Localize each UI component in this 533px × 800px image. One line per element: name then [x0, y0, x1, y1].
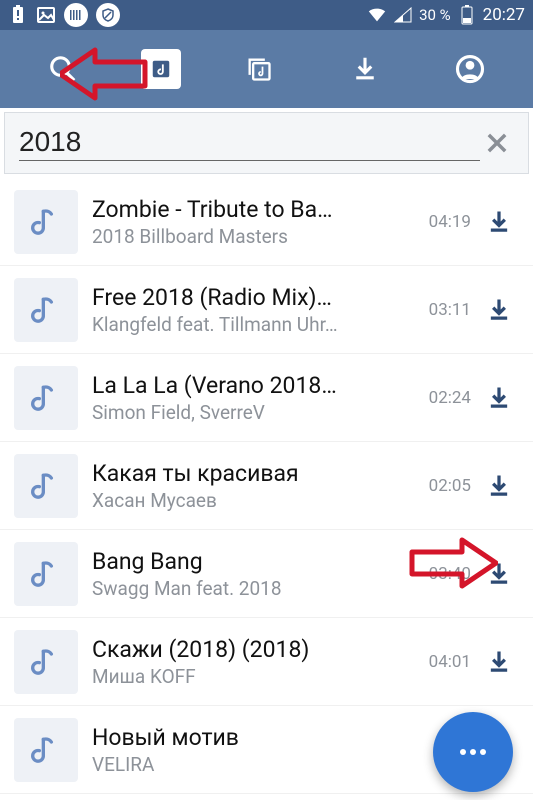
track-list: Zombie - Tribute to Ba… 2018 Billboard M… [0, 178, 533, 794]
track-info: La La La (Verano 2018… Simon Field, Sver… [92, 372, 415, 424]
track-art [14, 718, 78, 782]
shield-icon [96, 3, 120, 27]
search-input[interactable] [19, 126, 480, 161]
status-bar: 30 % 20:27 [0, 0, 533, 30]
track-row[interactable]: La La La (Verano 2018… Simon Field, Sver… [0, 354, 533, 442]
image-icon [36, 5, 56, 25]
track-info: Новый мотив VELIRA [92, 724, 415, 776]
track-artist: 2018 Billboard Masters [92, 225, 411, 248]
track-info: Какая ты красивая Хасан Мусаев [92, 460, 415, 512]
top-nav [0, 30, 533, 108]
battery-percent: 30 % [419, 6, 451, 24]
download-button[interactable] [477, 288, 521, 332]
track-artist: Klangfeld feat. Tillmann Uhr… [92, 313, 411, 336]
track-title: Какая ты красивая [92, 460, 411, 487]
track-art [14, 190, 78, 254]
track-title: Zombie - Tribute to Ba… [92, 196, 411, 223]
track-duration: 04:01 [415, 652, 471, 672]
track-duration: 02:24 [415, 388, 471, 408]
track-title: Free 2018 (Radio Mix)… [92, 284, 411, 311]
track-info: Скажи (2018) (2018) Миша KOFF [92, 636, 415, 688]
clock: 20:27 [483, 5, 525, 25]
track-artist: Swagg Man feat. 2018 [92, 577, 411, 600]
download-button[interactable] [477, 640, 521, 684]
battery-icon [457, 5, 477, 25]
nav-profile[interactable] [443, 42, 497, 96]
track-art [14, 278, 78, 342]
nav-downloads[interactable] [338, 42, 392, 96]
track-row[interactable]: Какая ты красивая Хасан Мусаев 02:05 [0, 442, 533, 530]
track-artist: VELIRA [92, 753, 411, 776]
track-title: La La La (Verano 2018… [92, 372, 411, 399]
track-duration: 02:05 [415, 476, 471, 496]
fab-more[interactable] [433, 712, 513, 792]
download-button[interactable] [477, 552, 521, 596]
wifi-icon [367, 5, 387, 25]
track-row[interactable]: Скажи (2018) (2018) Миша KOFF 04:01 [0, 618, 533, 706]
search-bar [4, 112, 529, 174]
track-title: Новый мотив [92, 724, 411, 751]
download-button[interactable] [477, 200, 521, 244]
track-row[interactable]: Zombie - Tribute to Ba… 2018 Billboard M… [0, 178, 533, 266]
track-info: Zombie - Tribute to Ba… 2018 Billboard M… [92, 196, 415, 248]
track-art [14, 630, 78, 694]
download-button[interactable] [477, 464, 521, 508]
track-duration: 03:11 [415, 300, 471, 320]
track-row[interactable]: Free 2018 (Radio Mix)… Klangfeld feat. T… [0, 266, 533, 354]
battery-alert-icon [8, 5, 28, 25]
nav-search[interactable] [36, 42, 90, 96]
download-button[interactable] [477, 376, 521, 420]
track-title: Скажи (2018) (2018) [92, 636, 411, 663]
track-title: Bang Bang [92, 548, 411, 575]
track-artist: Хасан Мусаев [92, 489, 411, 512]
track-art [14, 542, 78, 606]
track-artist: Миша KOFF [92, 665, 411, 688]
barcode-icon [64, 3, 88, 27]
track-art [14, 454, 78, 518]
clear-search-button[interactable] [480, 126, 514, 160]
track-duration: 03:40 [415, 564, 471, 584]
track-artist: Simon Field, SverreV [92, 401, 411, 424]
nav-music-active[interactable] [141, 49, 181, 89]
nav-library[interactable] [232, 42, 286, 96]
track-duration: 04:19 [415, 212, 471, 232]
track-info: Free 2018 (Radio Mix)… Klangfeld feat. T… [92, 284, 415, 336]
track-info: Bang Bang Swagg Man feat. 2018 [92, 548, 415, 600]
signal-icon [393, 5, 413, 25]
track-row[interactable]: Bang Bang Swagg Man feat. 2018 03:40 [0, 530, 533, 618]
track-art [14, 366, 78, 430]
